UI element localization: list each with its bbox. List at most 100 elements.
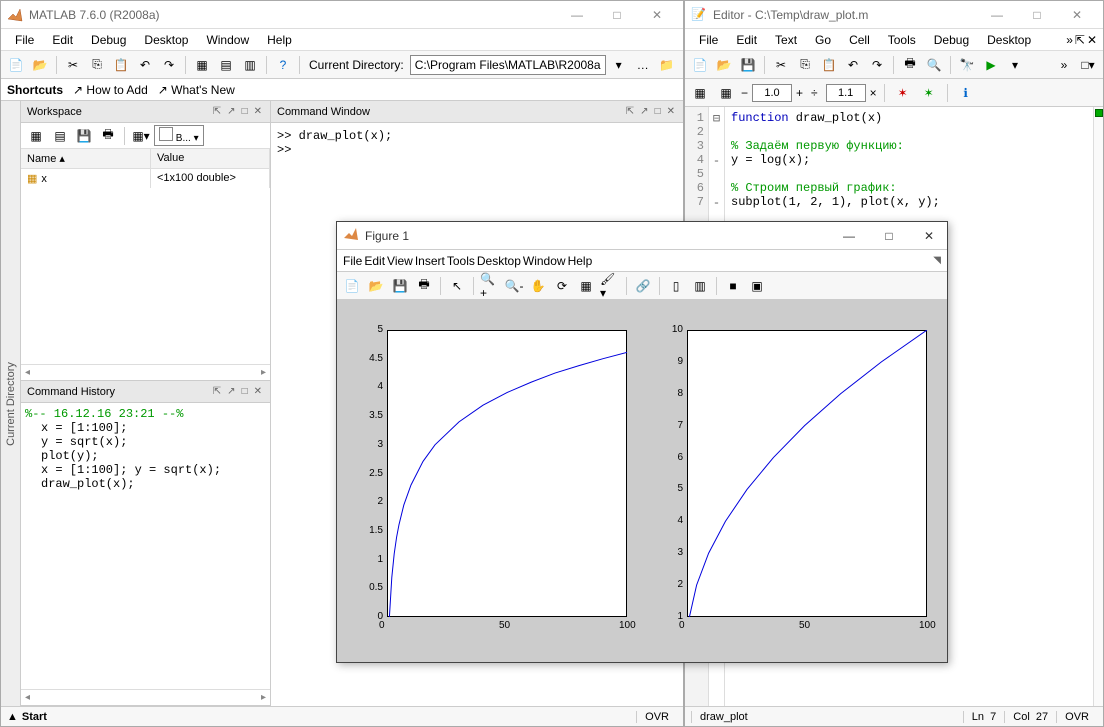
menu-file[interactable]: File: [343, 254, 362, 268]
browse-dir-icon[interactable]: …: [632, 54, 654, 76]
help-icon[interactable]: ?: [272, 54, 294, 76]
cut-icon[interactable]: ✂: [62, 54, 84, 76]
menu-debug[interactable]: Debug: [83, 31, 134, 49]
minimize-button[interactable]: —: [837, 229, 861, 243]
menu-insert[interactable]: Insert: [415, 254, 445, 268]
save-ws-icon[interactable]: 💾: [73, 125, 95, 147]
eval-cell-icon[interactable]: ▦: [689, 82, 711, 104]
find-icon[interactable]: 🔍: [923, 54, 945, 76]
menu-view[interactable]: View: [387, 254, 413, 268]
save-icon[interactable]: 💾: [737, 54, 759, 76]
rotate-icon[interactable]: ⟳: [551, 275, 573, 297]
copy-icon[interactable]: ⎘: [86, 54, 108, 76]
close-button[interactable]: ✕: [1057, 3, 1097, 27]
undo-icon[interactable]: ↶: [134, 54, 156, 76]
menu-desktop[interactable]: Desktop: [136, 31, 196, 49]
menu-tools[interactable]: Tools: [447, 254, 475, 268]
colorbar-icon[interactable]: ▯: [665, 275, 687, 297]
maximize-panel-icon[interactable]: □: [240, 106, 250, 117]
new-file-icon[interactable]: 📄: [5, 54, 27, 76]
stack-dropdown[interactable]: B... ▾: [154, 125, 204, 146]
guide-icon[interactable]: ▤: [215, 54, 237, 76]
menu-file[interactable]: File: [7, 31, 42, 49]
menu-debug[interactable]: Debug: [926, 31, 977, 49]
more-icon[interactable]: »: [1053, 54, 1075, 76]
print-icon[interactable]: 🖶: [97, 125, 119, 147]
run-dropdown-icon[interactable]: ▾: [1004, 54, 1026, 76]
brush-icon[interactable]: 🖌▾: [599, 275, 621, 297]
plus-icon[interactable]: +: [796, 86, 803, 100]
times-icon[interactable]: ×: [870, 86, 877, 100]
plot-dropdown-icon[interactable]: ▦▾: [130, 125, 152, 147]
info-icon[interactable]: ℹ: [955, 82, 977, 104]
current-directory-input[interactable]: [410, 55, 606, 75]
history-line[interactable]: draw_plot(x);: [41, 477, 262, 491]
menu-desktop[interactable]: Desktop: [979, 31, 1039, 49]
close-panel-icon[interactable]: ✕: [252, 386, 264, 397]
close-button[interactable]: ✕: [637, 3, 677, 27]
zoom-in-icon[interactable]: 🔍+: [479, 275, 501, 297]
copy-icon[interactable]: ⎘: [794, 54, 816, 76]
history-line[interactable]: plot(y);: [41, 449, 262, 463]
new-file-icon[interactable]: 📄: [689, 54, 711, 76]
scrollbar[interactable]: ◂▸: [21, 364, 270, 380]
menu-tools[interactable]: Tools: [880, 31, 924, 49]
new-figure-icon[interactable]: 📄: [341, 275, 363, 297]
dock-icon[interactable]: ◥: [933, 255, 941, 266]
undock-icon[interactable]: ↗: [225, 106, 237, 117]
redo-icon[interactable]: ↷: [866, 54, 888, 76]
close-panel-icon[interactable]: ✕: [665, 106, 677, 117]
link-icon[interactable]: 🔗: [632, 275, 654, 297]
history-line[interactable]: y = sqrt(x);: [41, 435, 262, 449]
scrollbar[interactable]: ◂▸: [21, 689, 270, 705]
table-row[interactable]: ▦x <1x100 double>: [21, 169, 270, 188]
zoom2-input[interactable]: [826, 84, 866, 102]
paste-icon[interactable]: 📋: [818, 54, 840, 76]
whats-new-link[interactable]: ↗ What's New: [158, 83, 235, 97]
print-icon[interactable]: 🖶: [413, 275, 435, 297]
run-icon[interactable]: ▶: [980, 54, 1002, 76]
undock-icon[interactable]: ↗: [638, 106, 650, 117]
cut-icon[interactable]: ✂: [770, 54, 792, 76]
import-icon[interactable]: ▤: [49, 125, 71, 147]
dock-icon[interactable]: ⇱: [211, 386, 223, 397]
open-icon[interactable]: 📂: [365, 275, 387, 297]
workspace-col-name[interactable]: Name ▴: [21, 149, 151, 168]
menu-window[interactable]: Window: [523, 254, 566, 268]
menu-help[interactable]: Help: [259, 31, 300, 49]
menu-cell[interactable]: Cell: [841, 31, 878, 49]
pointer-icon[interactable]: ↖: [446, 275, 468, 297]
dock-icon[interactable]: ⇱: [1075, 33, 1085, 47]
close-panel-icon[interactable]: ✕: [252, 106, 264, 117]
history-line[interactable]: x = [1:100];: [41, 421, 262, 435]
show-tools-icon[interactable]: ▣: [746, 275, 768, 297]
pan-icon[interactable]: ✋: [527, 275, 549, 297]
maximize-button[interactable]: □: [1017, 3, 1057, 27]
profiler-icon[interactable]: ▥: [239, 54, 261, 76]
current-directory-tab[interactable]: Current Directory: [1, 101, 21, 706]
menu-edit[interactable]: Edit: [728, 31, 765, 49]
minimize-button[interactable]: —: [977, 3, 1017, 27]
binoculars-icon[interactable]: 🔭: [956, 54, 978, 76]
maximize-panel-icon[interactable]: □: [653, 106, 663, 117]
open-file-icon[interactable]: 📂: [713, 54, 735, 76]
print-icon[interactable]: 🖶: [899, 54, 921, 76]
dir-dropdown-icon[interactable]: ▾: [608, 54, 630, 76]
minimize-button[interactable]: —: [557, 3, 597, 27]
workspace-col-value[interactable]: Value: [151, 149, 270, 168]
new-var-icon[interactable]: ▦: [25, 125, 47, 147]
hide-tools-icon[interactable]: ■: [722, 275, 744, 297]
save-icon[interactable]: 💾: [389, 275, 411, 297]
minus-icon[interactable]: −: [741, 86, 748, 100]
open-file-icon[interactable]: 📂: [29, 54, 51, 76]
eval-advance-icon[interactable]: ▦: [715, 82, 737, 104]
menu-desktop[interactable]: Desktop: [477, 254, 521, 268]
dock-icon[interactable]: ⇱: [624, 106, 636, 117]
history-date[interactable]: %-- 16.12.16 23:21 --%: [25, 407, 262, 421]
how-to-add-link[interactable]: ↗ How to Add: [73, 83, 148, 97]
paste-icon[interactable]: 📋: [110, 54, 132, 76]
menu-window[interactable]: Window: [198, 31, 257, 49]
menu-help[interactable]: Help: [568, 254, 593, 268]
start-button[interactable]: ▲ Start: [7, 711, 47, 723]
close-button[interactable]: ✕: [917, 229, 941, 243]
